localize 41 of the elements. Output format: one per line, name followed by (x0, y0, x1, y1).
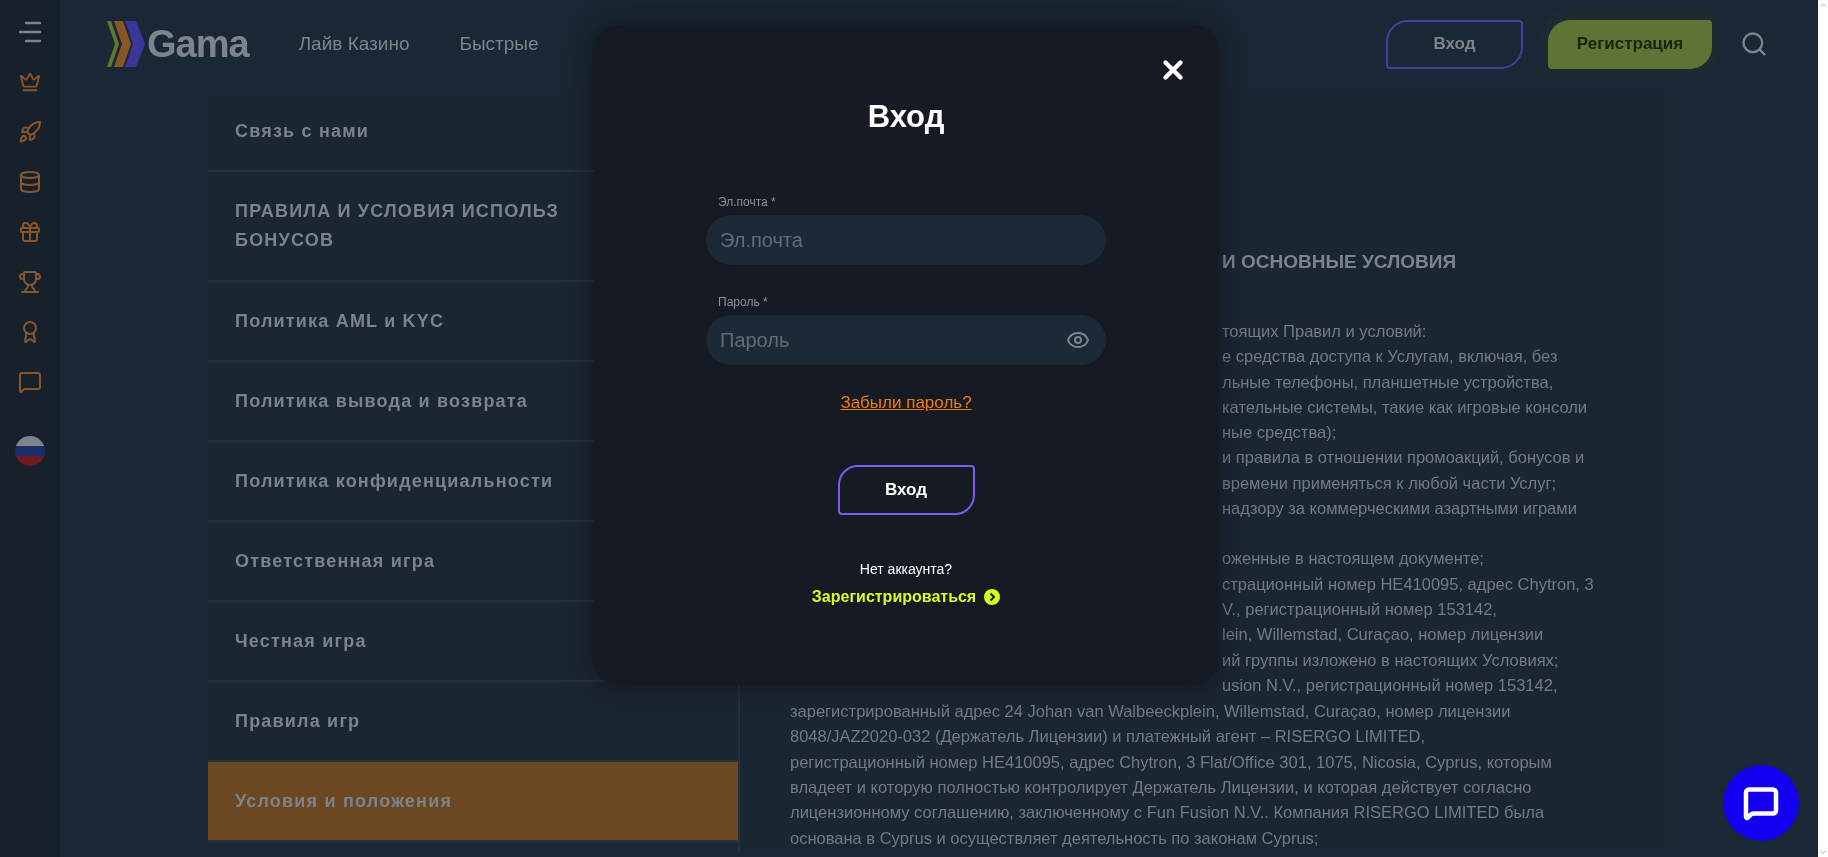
text-line: usion N.V., регистрационный номер 153142, (1222, 674, 1559, 696)
menu-item[interactable]: Условия и положения (208, 762, 738, 842)
text-line: 8048/JAZ2020-032 (Держатель Лицензии) и платежный агент – RISERGO LIMITED, (790, 726, 1427, 748)
text-line: лицензионному соглашению, заключенному с Fun Fusion N.V.. Компания RISERGO LIMITED была (790, 802, 1546, 824)
chat-bubble-icon (1743, 785, 1779, 821)
password-field[interactable]: Пароль (706, 315, 1106, 365)
text-line: регистрационный номер HE410095, адрес Chytron, 3 Flat/Office 301, 1075, Nicosia, Cyprus, которым (790, 751, 1553, 773)
trophy-icon[interactable] (16, 268, 44, 296)
login-submit-button[interactable]: Вход (837, 465, 975, 515)
login-button[interactable]: Вход (1386, 19, 1523, 69)
text-line: надзору за коммерческими азартными играми (1222, 498, 1578, 520)
text-line: оженные в настоящем документе; (1222, 548, 1485, 570)
text-line: тоящих Правил и условий: (1222, 321, 1428, 342)
text-line: ные средства); (1222, 422, 1338, 444)
text-line: е средства доступа к Услугам, включая, без (1222, 346, 1559, 368)
text-line: кательные системы, такие как игровые консоли (1222, 396, 1589, 418)
text-line: ий группы изложено в настоящих Условиях; (1222, 649, 1560, 671)
register-link[interactable]: Зарегистрироваться (811, 588, 1001, 606)
text-line: страционный номер HE410095, адрес Chytron, 3 (1222, 573, 1595, 595)
text-line: lein, Willemstad, Curaçao, номер лицензии (1222, 624, 1545, 646)
no-account-text: Нет аккаунта? (859, 561, 953, 577)
text-line: V., регистрационный номер 153142, (1222, 598, 1498, 620)
text-line: и правила в отношении промоакций, бонусов и (1222, 447, 1586, 469)
scroll-up-icon[interactable] (1818, 0, 1828, 10)
search-icon[interactable] (1740, 30, 1768, 58)
chevron-circle-icon (984, 589, 1001, 605)
text-line: владеет и которую полностью контролирует Держатель Лицензии, и которая действует согласно (790, 777, 1533, 799)
forgot-password-link[interactable]: Забыли пароль? (840, 393, 972, 413)
scroll-down-icon[interactable] (1818, 847, 1828, 857)
email-field[interactable]: Эл.почта (706, 215, 1106, 265)
nav-link[interactable]: Лайв Казино (298, 33, 410, 55)
nav-link[interactable]: Быстрые (459, 33, 539, 55)
text-line: зарегистрированный адрес 24 Johan van Walbeeckplein, Willemstad, Curaçao, номер лицензии (790, 701, 1512, 723)
section-heading: И ОСНОВНЫЕ УСЛОВИЯ (1222, 250, 1458, 274)
flag-icon[interactable] (15, 436, 45, 466)
logo-text[interactable]: Gama (147, 22, 249, 66)
logo-chevrons-icon (105, 21, 145, 67)
text-line: льные телефоны, планшетные устройства, (1222, 371, 1555, 393)
text-line: основана в Cyprus и осуществляет деятельность по законам Cyprus; (790, 827, 1320, 849)
dialog-title: Вход (867, 99, 945, 135)
text-line: времени применяться к любой части Услуг; (1222, 472, 1558, 494)
